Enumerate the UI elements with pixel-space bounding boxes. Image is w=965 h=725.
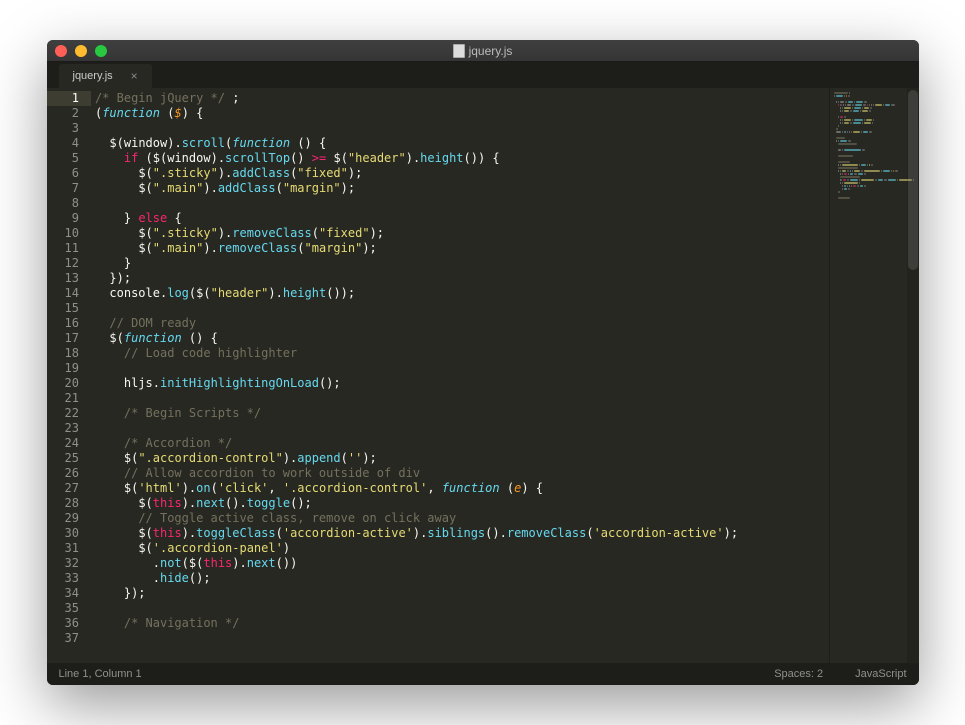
line-number[interactable]: 19 <box>65 361 79 376</box>
code-line[interactable]: } else { <box>91 211 829 226</box>
line-number[interactable]: 20 <box>65 376 79 391</box>
code-line[interactable]: $(".main").removeClass("margin"); <box>91 241 829 256</box>
minimize-window-button[interactable] <box>75 45 87 57</box>
window-title-text: jquery.js <box>469 44 513 58</box>
line-number[interactable]: 35 <box>65 601 79 616</box>
tab-file[interactable]: jquery.js × <box>59 64 152 88</box>
line-number-gutter[interactable]: 1234567891011121314151617181920212223242… <box>47 88 91 663</box>
editor-window: jquery.js jquery.js × 123456789101112131… <box>47 40 919 685</box>
line-number[interactable]: 26 <box>65 466 79 481</box>
status-cursor-position[interactable]: Line 1, Column 1 <box>59 668 142 680</box>
tab-close-icon[interactable]: × <box>131 69 138 83</box>
line-number[interactable]: 32 <box>65 556 79 571</box>
code-line[interactable] <box>91 196 829 211</box>
line-number[interactable]: 7 <box>65 181 79 196</box>
line-number[interactable]: 8 <box>65 196 79 211</box>
status-bar: Line 1, Column 1 Spaces: 2 JavaScript <box>47 663 919 685</box>
line-number[interactable]: 28 <box>65 496 79 511</box>
line-number[interactable]: 30 <box>65 526 79 541</box>
line-number[interactable]: 21 <box>65 391 79 406</box>
file-icon <box>453 44 465 58</box>
line-number[interactable]: 31 <box>65 541 79 556</box>
close-window-button[interactable] <box>55 45 67 57</box>
line-number[interactable]: 34 <box>65 586 79 601</box>
titlebar[interactable]: jquery.js <box>47 40 919 62</box>
code-line[interactable]: } <box>91 256 829 271</box>
scrollbar-vertical[interactable] <box>907 88 919 663</box>
line-number[interactable]: 13 <box>65 271 79 286</box>
status-language[interactable]: JavaScript <box>855 668 906 680</box>
line-number[interactable]: 5 <box>65 151 79 166</box>
window-title: jquery.js <box>47 44 919 58</box>
code-line[interactable]: $(this).next().toggle(); <box>91 496 829 511</box>
line-number[interactable]: 29 <box>65 511 79 526</box>
code-line[interactable]: $(function () { <box>91 331 829 346</box>
code-line[interactable]: }); <box>91 271 829 286</box>
code-line[interactable]: $('.accordion-panel') <box>91 541 829 556</box>
line-number[interactable]: 37 <box>65 631 79 646</box>
line-number[interactable]: 24 <box>65 436 79 451</box>
line-number[interactable]: 36 <box>65 616 79 631</box>
code-line[interactable]: /* Navigation */ <box>91 616 829 631</box>
code-line[interactable]: $(".main").addClass("margin"); <box>91 181 829 196</box>
code-line[interactable]: // Allow accordion to work outside of di… <box>91 466 829 481</box>
line-number[interactable]: 1 <box>47 91 91 106</box>
code-line[interactable]: .not($(this).next()) <box>91 556 829 571</box>
code-line[interactable]: $(".accordion-control").append(''); <box>91 451 829 466</box>
line-number[interactable]: 2 <box>65 106 79 121</box>
line-number[interactable]: 14 <box>65 286 79 301</box>
code-line[interactable]: .hide(); <box>91 571 829 586</box>
line-number[interactable]: 12 <box>65 256 79 271</box>
line-number[interactable]: 23 <box>65 421 79 436</box>
line-number[interactable]: 15 <box>65 301 79 316</box>
line-number[interactable]: 22 <box>65 406 79 421</box>
line-number[interactable]: 18 <box>65 346 79 361</box>
line-number[interactable]: 25 <box>65 451 79 466</box>
code-line[interactable]: // Toggle active class, remove on click … <box>91 511 829 526</box>
line-number[interactable]: 17 <box>65 331 79 346</box>
code-line[interactable]: $(".sticky").addClass("fixed"); <box>91 166 829 181</box>
code-line[interactable] <box>91 631 829 646</box>
code-line[interactable]: /* Begin Scripts */ <box>91 406 829 421</box>
code-line[interactable]: console.log($("header").height()); <box>91 286 829 301</box>
code-line[interactable]: // DOM ready <box>91 316 829 331</box>
scrollbar-thumb[interactable] <box>908 90 918 270</box>
code-content[interactable]: /* Begin jQuery */ ;(function ($) { $(wi… <box>91 88 829 663</box>
status-indentation[interactable]: Spaces: 2 <box>774 668 823 680</box>
code-line[interactable]: hljs.initHighlightingOnLoad(); <box>91 376 829 391</box>
code-line[interactable]: // Load code highlighter <box>91 346 829 361</box>
code-line[interactable] <box>91 301 829 316</box>
code-line[interactable]: $(".sticky").removeClass("fixed"); <box>91 226 829 241</box>
code-line[interactable]: $('html').on('click', '.accordion-contro… <box>91 481 829 496</box>
code-line[interactable]: $(window).scroll(function () { <box>91 136 829 151</box>
tab-bar[interactable]: jquery.js × <box>47 62 919 88</box>
code-line[interactable] <box>91 121 829 136</box>
editor-area[interactable]: 1234567891011121314151617181920212223242… <box>47 88 919 663</box>
line-number[interactable]: 4 <box>65 136 79 151</box>
line-number[interactable]: 27 <box>65 481 79 496</box>
code-line[interactable]: /* Accordion */ <box>91 436 829 451</box>
traffic-lights <box>55 45 107 57</box>
code-line[interactable]: }); <box>91 586 829 601</box>
line-number[interactable]: 9 <box>65 211 79 226</box>
code-line[interactable]: if ($(window).scrollTop() >= $("header")… <box>91 151 829 166</box>
line-number[interactable]: 33 <box>65 571 79 586</box>
line-number[interactable]: 11 <box>65 241 79 256</box>
line-number[interactable]: 3 <box>65 121 79 136</box>
line-number[interactable]: 16 <box>65 316 79 331</box>
code-line[interactable]: $(this).toggleClass('accordion-active').… <box>91 526 829 541</box>
tab-label: jquery.js <box>73 70 113 82</box>
code-line[interactable]: (function ($) { <box>91 106 829 121</box>
zoom-window-button[interactable] <box>95 45 107 57</box>
code-line[interactable] <box>91 601 829 616</box>
line-number[interactable]: 6 <box>65 166 79 181</box>
code-line[interactable]: /* Begin jQuery */ ; <box>91 91 829 106</box>
code-line[interactable] <box>91 421 829 436</box>
code-line[interactable] <box>91 391 829 406</box>
line-number[interactable]: 10 <box>65 226 79 241</box>
code-line[interactable] <box>91 361 829 376</box>
minimap[interactable] <box>829 88 919 663</box>
